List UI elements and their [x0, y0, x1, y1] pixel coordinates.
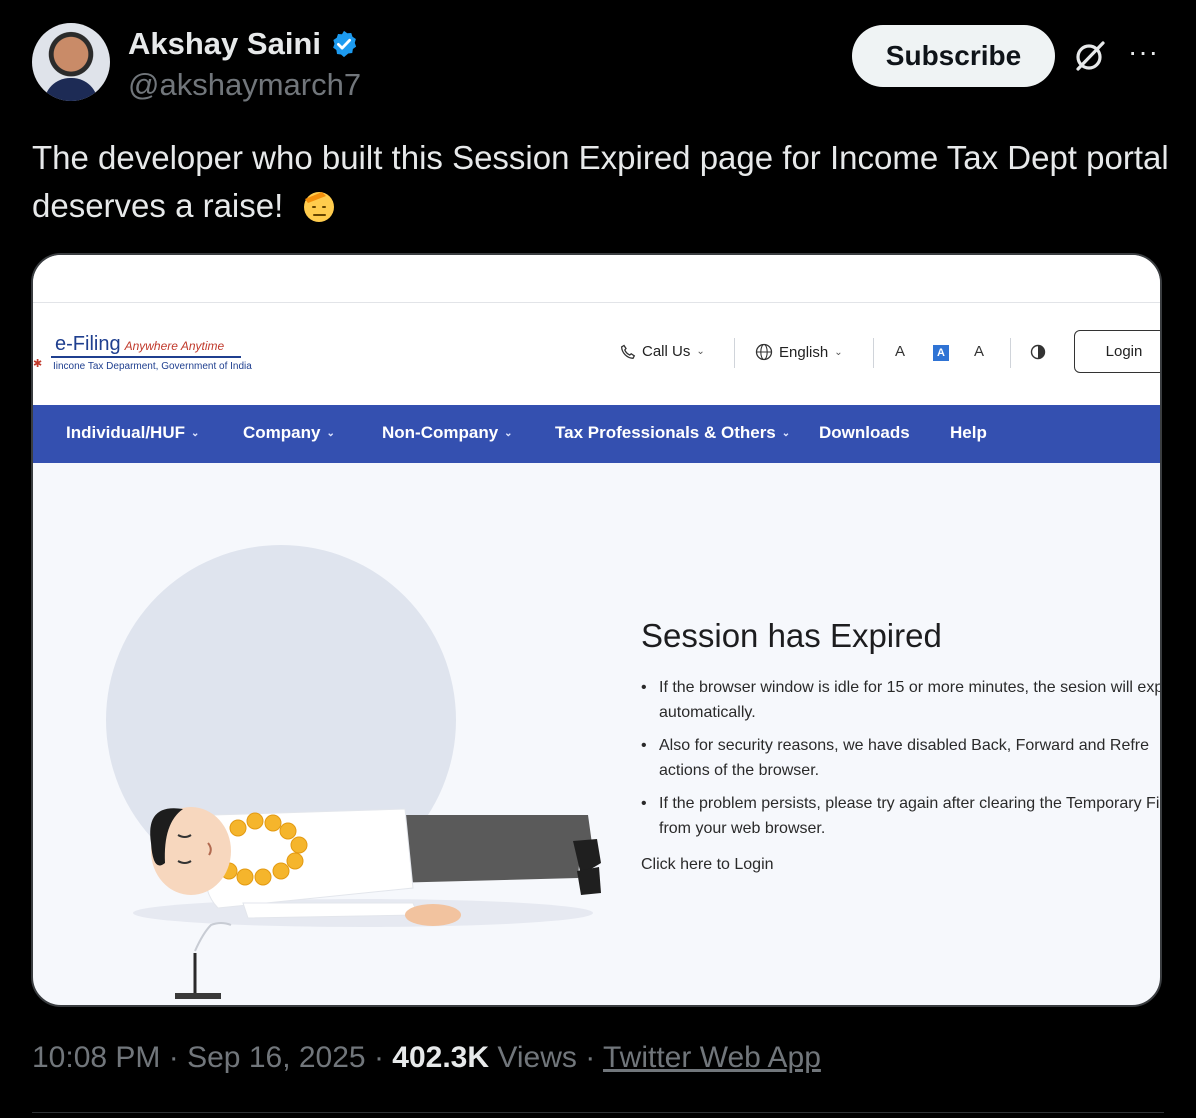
nav-label: Company — [243, 423, 321, 442]
language-dropdown[interactable]: English ⌄ — [755, 343, 843, 361]
separator: · — [585, 1041, 596, 1074]
session-expired-title: Session has Expired — [641, 617, 942, 654]
incense-base — [175, 993, 221, 999]
views-count: 402.3K — [392, 1041, 490, 1074]
tweet-meta: 10:08 PM · Sep 16, 2025 · 402.3K Views ·… — [32, 1041, 821, 1075]
header-divider — [1010, 338, 1011, 368]
globe-icon — [755, 343, 773, 361]
subscribe-button[interactable]: Subscribe — [852, 25, 1055, 87]
tweet-time[interactable]: 10:08 PM — [32, 1041, 160, 1074]
arm — [242, 902, 419, 919]
logo-underline — [51, 356, 241, 358]
logo-subtitle: Iincone Tax Deparment, Government of Ind… — [53, 361, 252, 372]
avatar-shirt — [44, 78, 98, 101]
tweet-media-screenshot[interactable]: ✱ e-Filing Anywhere Anytime Iincone Tax D… — [31, 253, 1162, 1007]
nav-item-tax-professionals[interactable]: Tax Professionals & Others ⌄ — [555, 423, 790, 443]
font-decrease-button[interactable]: A — [895, 343, 905, 360]
chevron-down-icon: ⌄ — [326, 427, 335, 439]
emblem-icon: ✱ — [33, 358, 43, 370]
nav-label: Tax Professionals & Others — [555, 423, 776, 442]
tweet-text: The developer who built this Session Exp… — [32, 134, 1172, 230]
source-app-link[interactable]: Twitter Web App — [603, 1041, 821, 1074]
grok-icon[interactable] — [1072, 38, 1108, 74]
author-handle[interactable]: @akshaymarch7 — [128, 67, 361, 103]
nav-label: Help — [950, 423, 987, 442]
list-item: Also for security reasons, we have disab… — [641, 733, 1160, 783]
nav-item-help[interactable]: Help — [950, 423, 987, 443]
tweet-date[interactable]: Sep 16, 2025 — [187, 1041, 366, 1074]
saluting-face-icon — [304, 192, 335, 222]
nav-label: Non-Company — [382, 423, 499, 442]
logo-title: e-Filing — [55, 333, 121, 355]
language-label: English — [779, 343, 829, 361]
nav-item-non-company[interactable]: Non-Company ⌄ — [382, 423, 513, 443]
separator: · — [373, 1041, 384, 1074]
verified-badge-icon — [333, 30, 357, 58]
incense-smoke — [194, 922, 232, 952]
font-normal-button[interactable]: A — [933, 345, 949, 361]
divider — [32, 1112, 1164, 1113]
list-item: If the browser window is idle for 15 or … — [641, 675, 1160, 725]
logo-tagline: Anywhere Anytime — [124, 339, 225, 353]
chevron-down-icon: ⌄ — [696, 346, 705, 357]
author-name[interactable]: Akshay Saini — [128, 26, 321, 62]
views-label: Views — [497, 1041, 577, 1074]
chevron-down-icon: ⌄ — [191, 427, 200, 439]
nav-item-company[interactable]: Company ⌄ — [243, 423, 335, 443]
click-to-login-link[interactable]: Click here to Login — [641, 856, 774, 874]
chevron-down-icon: ⌄ — [834, 346, 843, 358]
nav-label: Downloads — [819, 423, 910, 442]
call-us-dropdown[interactable]: Call Us ⌄ — [620, 343, 705, 360]
tweet-body: The developer who built this Session Exp… — [32, 139, 1169, 224]
separator: · — [168, 1041, 179, 1074]
more-options-icon[interactable]: ··· — [1128, 36, 1159, 68]
author-name-row: Akshay Saini — [128, 26, 359, 62]
efiling-logo[interactable]: e-Filing Anywhere Anytime — [55, 333, 224, 356]
nav-item-individual-huf[interactable]: Individual/HUF ⌄ — [66, 423, 199, 443]
font-increase-button[interactable]: A — [974, 343, 984, 360]
phone-icon — [620, 344, 636, 359]
header-divider — [734, 338, 735, 368]
list-item: If the problem persists, please try agai… — [641, 791, 1160, 841]
main-nav: Individual/HUF ⌄ Company ⌄ Non-Company ⌄ Ta… — [33, 405, 1160, 463]
trousers — [388, 815, 593, 883]
session-expired-illustration — [106, 545, 601, 999]
call-us-label: Call Us — [642, 343, 691, 360]
header-divider — [873, 338, 874, 368]
shoe-2 — [577, 867, 601, 895]
chevron-down-icon: ⌄ — [504, 427, 513, 439]
browser-top-strip — [33, 255, 1160, 303]
contrast-icon[interactable] — [1030, 344, 1046, 360]
hand — [405, 904, 461, 926]
chevron-down-icon: ⌄ — [781, 427, 791, 439]
nav-label: Individual/HUF — [66, 423, 185, 442]
author-avatar[interactable] — [32, 23, 110, 101]
login-button[interactable]: Login — [1074, 330, 1160, 373]
session-info-list: If the browser window is idle for 15 or … — [641, 675, 1160, 849]
nav-item-downloads[interactable]: Downloads — [819, 423, 910, 443]
